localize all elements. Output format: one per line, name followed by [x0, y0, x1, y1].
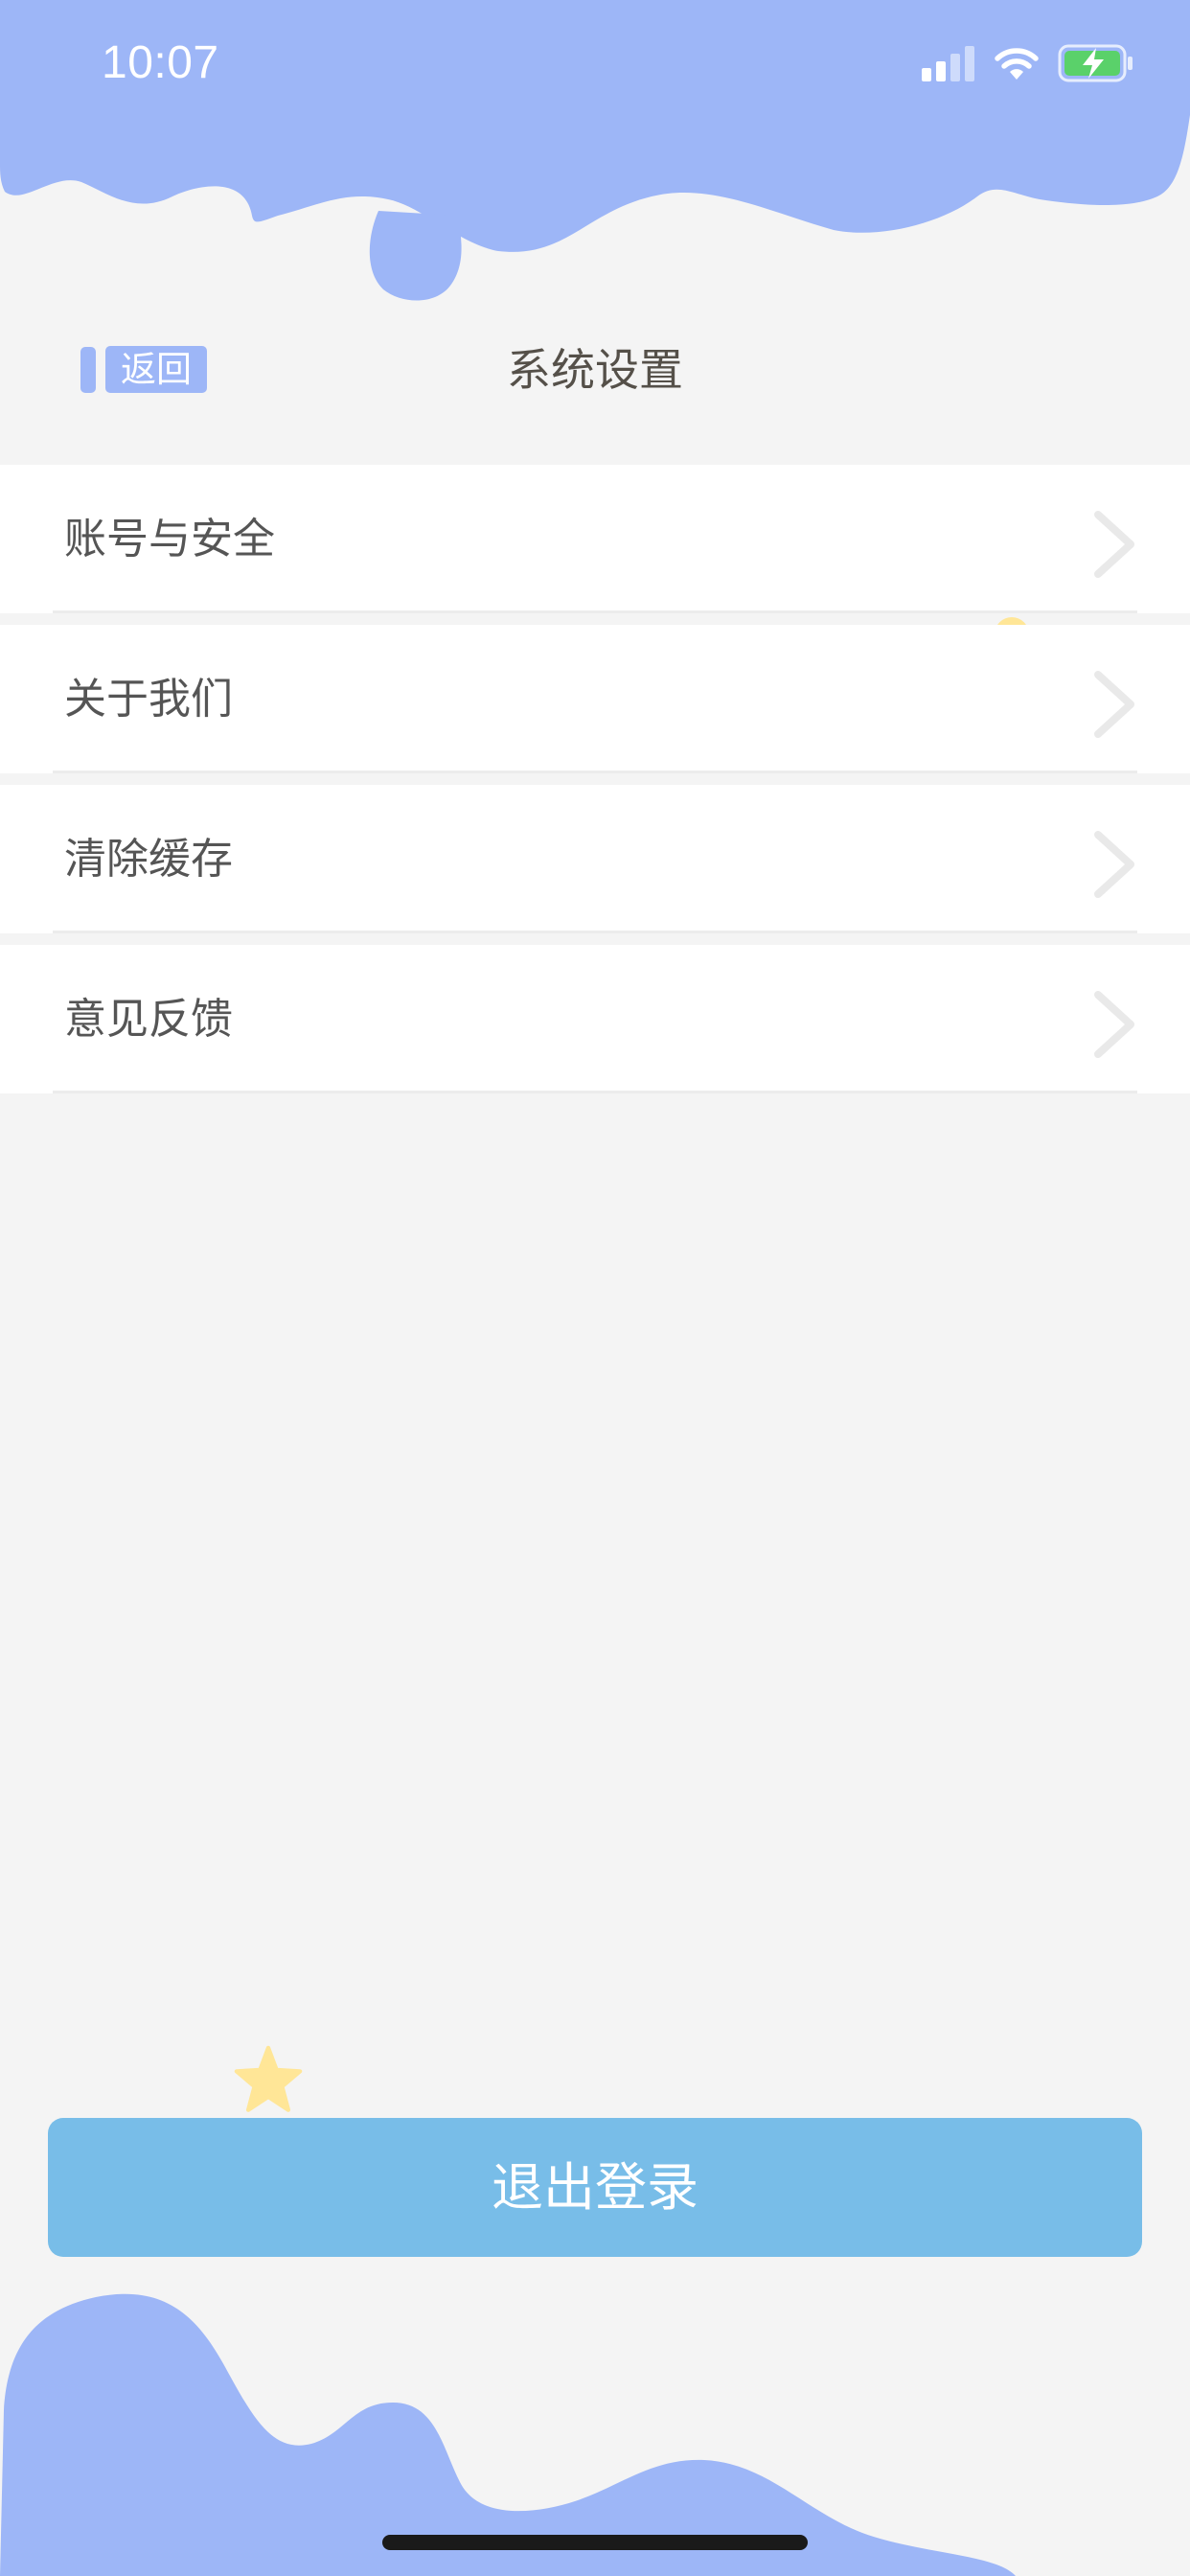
menu-item-label: 关于我们 — [64, 675, 233, 724]
status-icons — [922, 42, 1134, 84]
navigation-bar: 系统设置 返回 — [0, 316, 1190, 433]
logout-button[interactable]: 退出登录 — [48, 2118, 1142, 2257]
chevron-right-icon — [1094, 511, 1134, 578]
chevron-right-icon — [1094, 831, 1134, 898]
wifi-icon — [995, 48, 1039, 80]
bottom-decorative-blob — [0, 2293, 1016, 2576]
divider — [53, 610, 1137, 613]
divider — [53, 931, 1137, 933]
divider — [53, 770, 1137, 773]
chevron-right-icon — [1094, 671, 1134, 738]
divider — [53, 1091, 1137, 1093]
home-indicator — [382, 2535, 808, 2550]
menu-item-label: 账号与安全 — [64, 515, 275, 564]
menu-item-label: 清除缓存 — [64, 835, 233, 884]
status-time: 10:07 — [102, 37, 219, 88]
back-accent-bar — [80, 346, 96, 393]
menu-item-label: 意见反馈 — [64, 995, 233, 1044]
status-bar: 10:07 — [0, 0, 1190, 129]
signal-icon — [922, 46, 974, 81]
battery-charging-icon — [1058, 44, 1133, 82]
chevron-right-icon — [1094, 991, 1134, 1058]
back-label: 返回 — [105, 346, 207, 393]
menu-item-about-us[interactable]: 关于我们 — [0, 625, 1190, 773]
star-icon — [234, 2045, 303, 2112]
menu-item-account-security[interactable]: 账号与安全 — [0, 465, 1190, 613]
menu-item-clear-cache[interactable]: 清除缓存 — [0, 785, 1190, 933]
back-button[interactable]: 返回 — [80, 346, 207, 393]
menu-item-feedback[interactable]: 意见反馈 — [0, 945, 1190, 1093]
